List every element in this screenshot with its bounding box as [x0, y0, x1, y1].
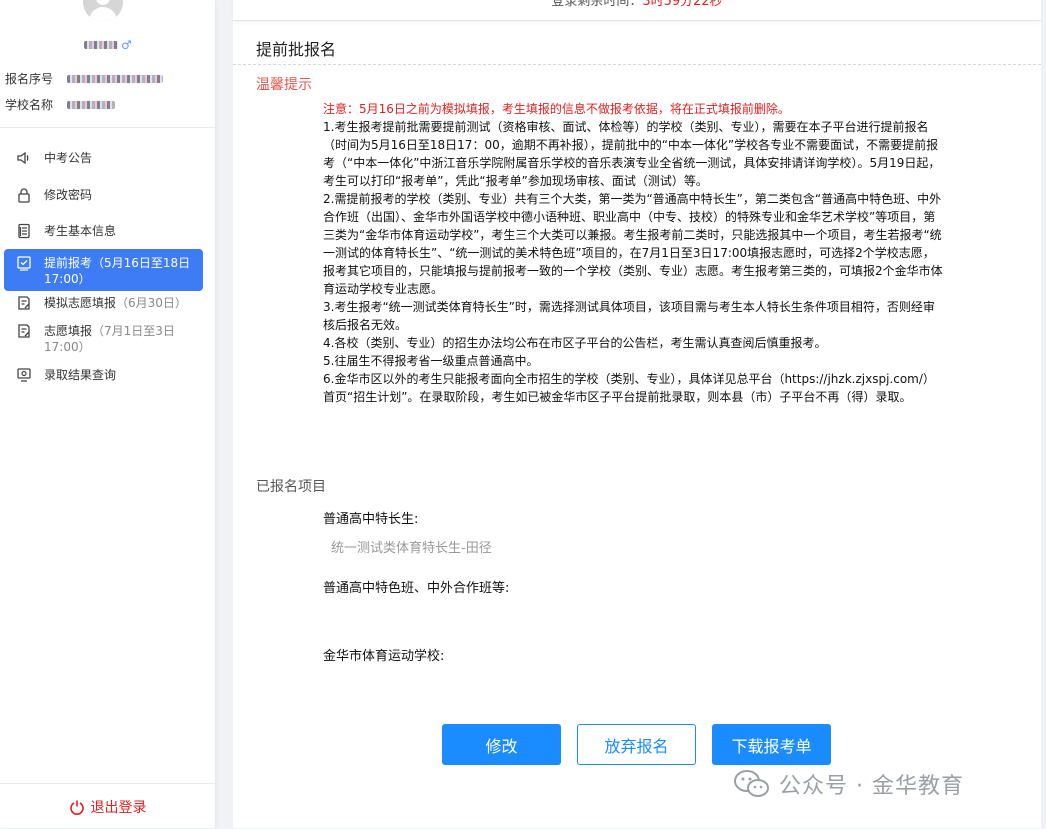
- registered-item: 统一测试类体育特长生-田径: [331, 541, 492, 556]
- avatar: [83, 0, 123, 22]
- registration-number-row: 报名序号: [5, 70, 164, 87]
- category-label: 普通高中特长生:: [323, 512, 419, 527]
- sidebar-item-label: 模拟志愿填报: [44, 296, 117, 310]
- redacted-school-name: [67, 100, 116, 109]
- download-form-button[interactable]: 下载报考单: [712, 724, 831, 765]
- sidebar-item-early-registration[interactable]: 提前报考（5月16日至18日17:00）: [4, 249, 203, 291]
- redacted-registration-number: [67, 74, 164, 83]
- sidebar-item-announcements[interactable]: 中考公告: [4, 150, 203, 166]
- sidebar-item-mock-application[interactable]: 模拟志愿填报（6月30日）: [4, 295, 203, 311]
- student-name: ♂: [84, 37, 132, 53]
- sidebar-item-sub: （6月30日）: [116, 296, 187, 310]
- monitor-icon: [17, 368, 31, 382]
- document-icon: [18, 223, 30, 239]
- redacted-name: [84, 41, 118, 49]
- school-name-row: 学校名称: [5, 96, 116, 113]
- gender-icon: ♂: [121, 38, 132, 52]
- profile-card: ♂ 报名序号 学校名称: [0, 0, 215, 128]
- modify-button[interactable]: 修改: [442, 724, 561, 765]
- notice-item: 4.各校（类别、专业）的招生办法均公布在市区子平台的公告栏，考生需认真查阅后慎重…: [323, 336, 827, 350]
- notice-item: 3.考生报考“统一测试类体育特长生”时，需选择测试具体项目，该项目需与考生本人特…: [323, 300, 935, 332]
- notice-item: 2.需提前报考的学校（类别、专业）共有三个大类，第一类为“普通高中特长生”，第二…: [323, 192, 943, 296]
- sidebar-item-basic-info[interactable]: 考生基本信息: [4, 223, 203, 239]
- sidebar-item-label: 录取结果查询: [44, 368, 117, 382]
- notice-item: 6.金华市区以外的考生只能报考面向全市招生的学校（类别、专业），具体详见总平台（…: [323, 372, 935, 404]
- category-label: 金华市体育运动学校:: [323, 649, 445, 664]
- watermark-text: 公众号 · 金华教育: [779, 774, 964, 799]
- lock-icon: [18, 188, 30, 203]
- session-timer-label: 登录剩余时间：: [551, 0, 643, 9]
- sidebar-item-admission-results[interactable]: 录取结果查询: [4, 367, 203, 383]
- logout-label: 退出登录: [90, 799, 147, 816]
- session-timer-countdown: 3时59分22秒: [642, 0, 723, 9]
- notice-body: 注意：5月16日之前为模拟填报，考生填报的信息不做报考依据，将在正式填报前删除。…: [323, 100, 945, 406]
- notice-item: 1.考生报考提前批需要提前测试（资格审核、面试、体检等）的学校（类别、专业），需…: [323, 120, 941, 188]
- divider: [233, 64, 1041, 65]
- sidebar-item-label: 考生基本信息: [44, 224, 117, 238]
- sidebar-item-change-password[interactable]: 修改密码: [4, 187, 203, 203]
- power-icon: [69, 800, 84, 815]
- volume-icon: [17, 151, 29, 165]
- sidebar-item-application[interactable]: 志愿填报（7月1日至3日17:00）: [4, 323, 203, 355]
- notice-warning: 注意：5月16日之前为模拟填报，考生填报的信息不做报考依据，将在正式填报前删除。: [323, 102, 790, 116]
- registration-number-label: 报名序号: [5, 72, 54, 86]
- edit-icon: [18, 296, 30, 310]
- sidebar-item-label: 志愿填报: [44, 324, 93, 338]
- registered-items-title: 已报名项目: [256, 479, 326, 495]
- notice-title: 温馨提示: [256, 77, 312, 93]
- school-name-label: 学校名称: [5, 98, 54, 112]
- wechat-watermark: 公众号 · 金华教育: [733, 768, 964, 800]
- edit-icon: [18, 324, 30, 338]
- logout-button[interactable]: 退出登录: [0, 783, 215, 829]
- main-panel: 登录剩余时间：3时59分22秒 提前批报名 温馨提示 注意：5月16日之前为模拟…: [233, 0, 1041, 828]
- page-title: 提前批报名: [256, 40, 337, 59]
- sidebar: ♂ 报名序号 学校名称 中考公告 修改密码 考生基本信息 提前报考（5月16日至…: [0, 0, 215, 828]
- sidebar-item-label: 修改密码: [44, 188, 93, 202]
- category-label: 普通高中特色班、中外合作班等:: [323, 581, 510, 596]
- session-timer: 登录剩余时间：3时59分22秒: [233, 0, 1041, 21]
- checkbox-icon: [17, 256, 31, 271]
- sidebar-item-label: 中考公告: [44, 151, 93, 165]
- abandon-registration-button[interactable]: 放弃报名: [577, 724, 696, 765]
- wechat-icon: [734, 770, 769, 797]
- notice-item: 5.往届生不得报考省一级重点普通高中。: [323, 354, 539, 368]
- sidebar-item-label: 提前报考（5月16日至18日17:00）: [44, 256, 191, 286]
